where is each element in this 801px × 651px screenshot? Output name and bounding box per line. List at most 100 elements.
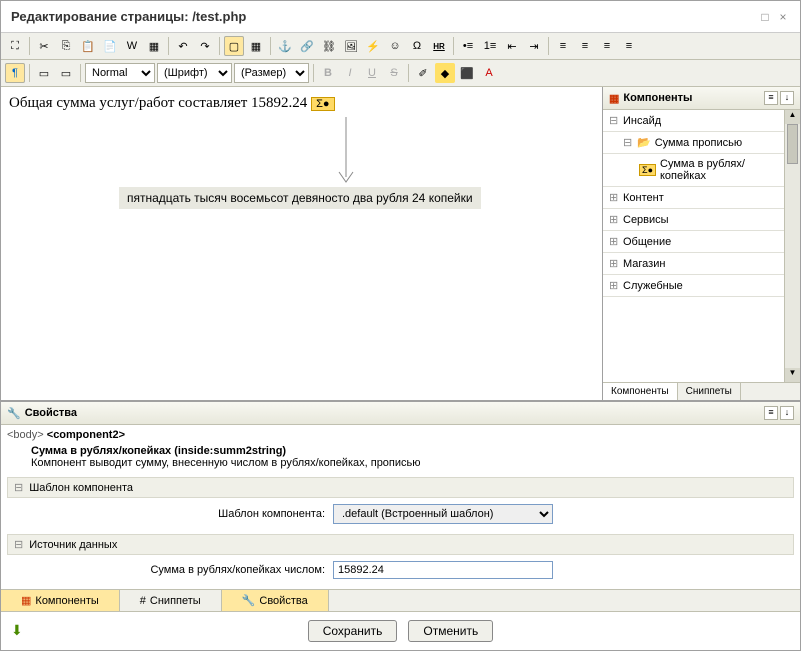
section-template[interactable]: ⊟Шаблон компонента xyxy=(7,477,794,498)
template-btn2-icon[interactable]: ▭ xyxy=(56,63,76,83)
properties-panel-title: Свойства xyxy=(25,407,77,419)
redo-icon[interactable]: ↷ xyxy=(195,36,215,56)
tree-group-services[interactable]: ⊞Сервисы xyxy=(603,209,784,231)
expand-icon[interactable]: ⊞ xyxy=(609,191,619,204)
tree-group-service[interactable]: ⊞Служебные xyxy=(603,275,784,297)
align-right-icon[interactable]: ≡ xyxy=(597,36,617,56)
hr-icon[interactable]: HR xyxy=(429,36,449,56)
collapse-icon[interactable]: ⊟ xyxy=(623,136,633,149)
component-placeholder[interactable]: Σ● xyxy=(311,97,334,111)
select-all-icon[interactable]: ▦ xyxy=(144,36,164,56)
sum-input[interactable] xyxy=(333,561,553,579)
collapse-icon[interactable]: ⊟ xyxy=(14,538,23,551)
panel-collapse-icon[interactable]: ↓ xyxy=(780,406,794,420)
bottom-tab-components[interactable]: ▦Компоненты xyxy=(1,590,120,611)
expand-icon[interactable]: ⊞ xyxy=(609,235,619,248)
properties-body: <body> <component2> Сумма в рублях/копей… xyxy=(1,425,800,589)
panel-menu-icon[interactable]: ≡ xyxy=(764,406,778,420)
anchor-icon[interactable]: ⚓ xyxy=(275,36,295,56)
fullscreen-icon[interactable]: ⛶ xyxy=(5,36,25,56)
bottom-tabs: ▦Компоненты #Сниппеты 🔧Свойства xyxy=(1,589,800,611)
tree-group-shop[interactable]: ⊞Магазин xyxy=(603,253,784,275)
panel-menu-icon[interactable]: ≡ xyxy=(764,91,778,105)
expand-icon[interactable]: ⊞ xyxy=(609,213,619,226)
component-description: Сумма в рублях/копейках (inside:summ2str… xyxy=(7,441,794,473)
bold-icon[interactable]: B xyxy=(318,63,338,83)
wysiwyg-editor[interactable]: Общая сумма услуг/работ составляет 15892… xyxy=(1,87,602,400)
arrow-icon xyxy=(336,117,356,192)
scroll-down-icon[interactable]: ▼ xyxy=(785,368,800,382)
close-icon[interactable]: × xyxy=(776,10,790,24)
show-borders-icon[interactable]: ▢ xyxy=(224,36,244,56)
paragraph-marks-icon[interactable]: ¶ xyxy=(5,63,25,83)
editor-window: Редактирование страницы: /test.php □ × ⛶… xyxy=(0,0,801,651)
list-number-icon[interactable]: 1≡ xyxy=(480,36,500,56)
components-panel-title: Компоненты xyxy=(623,92,692,104)
tree-group-inside[interactable]: ⊟Инсайд xyxy=(603,110,784,132)
strike-icon[interactable]: S xyxy=(384,63,404,83)
paste-text-icon[interactable]: 📄 xyxy=(100,36,120,56)
bg-color-icon[interactable]: A xyxy=(479,63,499,83)
underline-icon[interactable]: U xyxy=(362,63,382,83)
side-tab-snippets[interactable]: Сниппеты xyxy=(678,383,741,400)
remove-format-icon[interactable]: ✐ xyxy=(413,63,433,83)
properties-panel-head: 🔧 Свойства ≡ ↓ xyxy=(1,402,800,425)
template-select[interactable]: .default (Встроенный шаблон) xyxy=(333,504,553,524)
align-left-icon[interactable]: ≡ xyxy=(553,36,573,56)
scroll-up-icon[interactable]: ▲ xyxy=(785,110,800,124)
special-char-icon[interactable]: Ω xyxy=(407,36,427,56)
component-desc-text: Компонент выводит сумму, внесенную число… xyxy=(31,457,421,469)
separator xyxy=(29,64,30,82)
download-icon[interactable]: ⬇ xyxy=(11,622,23,639)
table-icon[interactable]: ▦ xyxy=(246,36,266,56)
highlight-icon[interactable]: ◆ xyxy=(435,63,455,83)
bottom-tab-props[interactable]: 🔧Свойства xyxy=(222,590,329,611)
link-icon[interactable]: 🔗 xyxy=(297,36,317,56)
expand-icon[interactable]: ⊞ xyxy=(609,257,619,270)
components-icon: ▦ xyxy=(609,92,619,105)
panel-collapse-icon[interactable]: ↓ xyxy=(780,91,794,105)
bottom-tab-snippets[interactable]: #Сниппеты xyxy=(120,590,222,611)
list-bullet-icon[interactable]: •≡ xyxy=(458,36,478,56)
paste-word-icon[interactable]: W xyxy=(122,36,142,56)
tree-folder-summ[interactable]: ⊟📂Сумма прописью xyxy=(603,132,784,154)
align-justify-icon[interactable]: ≡ xyxy=(619,36,639,56)
indent-icon[interactable]: ⇥ xyxy=(524,36,544,56)
align-center-icon[interactable]: ≡ xyxy=(575,36,595,56)
section-source[interactable]: ⊟Источник данных xyxy=(7,534,794,555)
wrench-icon: 🔧 xyxy=(242,594,256,607)
expand-icon[interactable]: ⊞ xyxy=(609,279,619,292)
size-select[interactable]: (Размер) xyxy=(234,63,309,83)
collapse-icon[interactable]: ⊟ xyxy=(14,481,23,494)
window-title: Редактирование страницы: /test.php xyxy=(11,9,754,24)
tree-group-communication[interactable]: ⊞Общение xyxy=(603,231,784,253)
maximize-icon[interactable]: □ xyxy=(758,10,772,24)
italic-icon[interactable]: I xyxy=(340,63,360,83)
side-tab-components[interactable]: Компоненты xyxy=(603,383,678,400)
tree-leaf-summ2string[interactable]: Σ●Сумма в рублях/копейках xyxy=(603,154,784,187)
save-button[interactable]: Сохранить xyxy=(308,620,398,642)
copy-icon[interactable]: ⎘ xyxy=(56,36,76,56)
undo-icon[interactable]: ↶ xyxy=(173,36,193,56)
folder-icon: 📂 xyxy=(637,136,651,149)
flash-icon[interactable]: ⚡ xyxy=(363,36,383,56)
template-row: Шаблон компонента: .default (Встроенный … xyxy=(7,498,794,530)
format-select[interactable]: Normal xyxy=(85,63,155,83)
separator xyxy=(29,37,30,55)
smiley-icon[interactable]: ☺ xyxy=(385,36,405,56)
text-color-icon[interactable]: ⬛ xyxy=(457,63,477,83)
unlink-icon[interactable]: ⛓ xyxy=(319,36,339,56)
template-btn1-icon[interactable]: ▭ xyxy=(34,63,54,83)
outdent-icon[interactable]: ⇤ xyxy=(502,36,522,56)
tree-scrollbar[interactable]: ▲ ▼ xyxy=(784,110,800,382)
image-icon[interactable]: 🖼 xyxy=(341,36,361,56)
properties-panel: 🔧 Свойства ≡ ↓ <body> <component2> Сумма… xyxy=(1,401,800,611)
font-select[interactable]: (Шрифт) xyxy=(157,63,232,83)
cut-icon[interactable]: ✂ xyxy=(34,36,54,56)
paste-icon[interactable]: 📋 xyxy=(78,36,98,56)
components-tree: ⊟Инсайд ⊟📂Сумма прописью Σ●Сумма в рубля… xyxy=(603,110,784,382)
cancel-button[interactable]: Отменить xyxy=(408,620,493,642)
scroll-thumb[interactable] xyxy=(787,124,798,164)
collapse-icon[interactable]: ⊟ xyxy=(609,114,619,127)
tree-group-content[interactable]: ⊞Контент xyxy=(603,187,784,209)
